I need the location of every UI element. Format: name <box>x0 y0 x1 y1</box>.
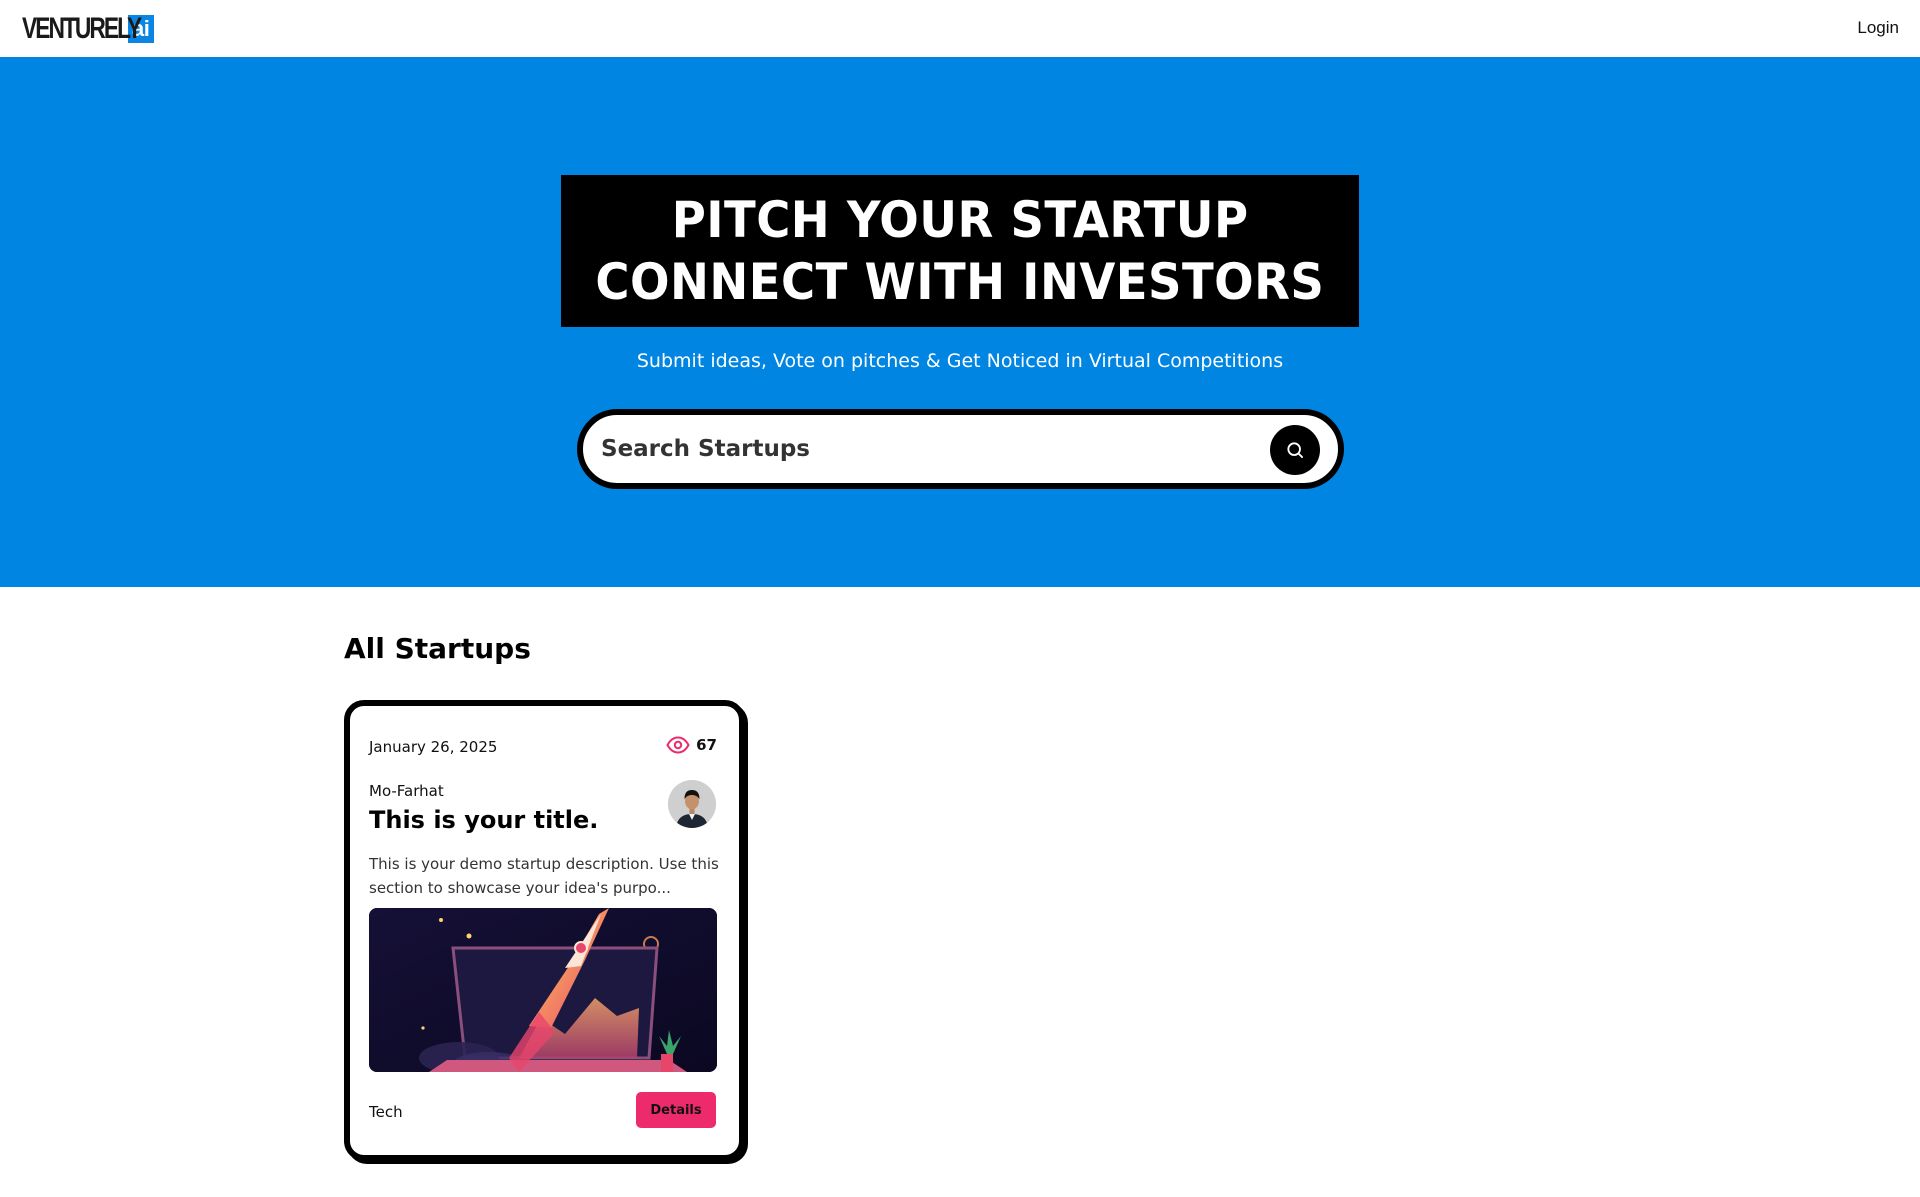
author-avatar[interactable] <box>668 780 716 828</box>
avatar-image <box>668 780 716 828</box>
card-date: January 26, 2025 <box>369 738 498 756</box>
card-author[interactable]: Mo-Farhat <box>369 782 444 800</box>
views-counter: 67 <box>666 736 717 754</box>
rocket-laptop-illustration <box>369 908 717 1072</box>
headline-line-1: PITCH YOUR STARTUP <box>671 191 1249 249</box>
startup-card: January 26, 2025 67 Mo-Farhat This is yo… <box>344 700 745 1161</box>
hero-section: PITCH YOUR STARTUP CONNECT WITH INVESTOR… <box>0 57 1920 587</box>
card-title[interactable]: This is your title. <box>369 806 598 834</box>
search-button[interactable] <box>1270 425 1320 475</box>
top-navbar: VENTURELY ai Login <box>0 0 1920 57</box>
views-count: 67 <box>696 736 717 754</box>
card-category[interactable]: Tech <box>369 1103 403 1121</box>
hero-headline: PITCH YOUR STARTUP CONNECT WITH INVESTOR… <box>561 175 1359 327</box>
login-link[interactable]: Login <box>1857 18 1899 38</box>
logo-wordmark: VENTURELY <box>22 11 142 45</box>
hero-subtitle: Submit ideas, Vote on pitches & Get Noti… <box>636 350 1284 372</box>
headline-line-2: CONNECT WITH INVESTORS <box>595 253 1325 311</box>
search-form <box>577 409 1344 489</box>
details-button[interactable]: Details <box>636 1092 716 1128</box>
search-input[interactable] <box>601 425 1261 473</box>
eye-icon <box>666 736 690 754</box>
card-description: This is your demo startup description. U… <box>369 855 719 897</box>
section-title: All Startups <box>344 632 531 665</box>
search-icon <box>1287 442 1303 458</box>
card-image[interactable] <box>369 908 717 1072</box>
venturely-logo[interactable]: VENTURELY ai <box>22 11 155 45</box>
